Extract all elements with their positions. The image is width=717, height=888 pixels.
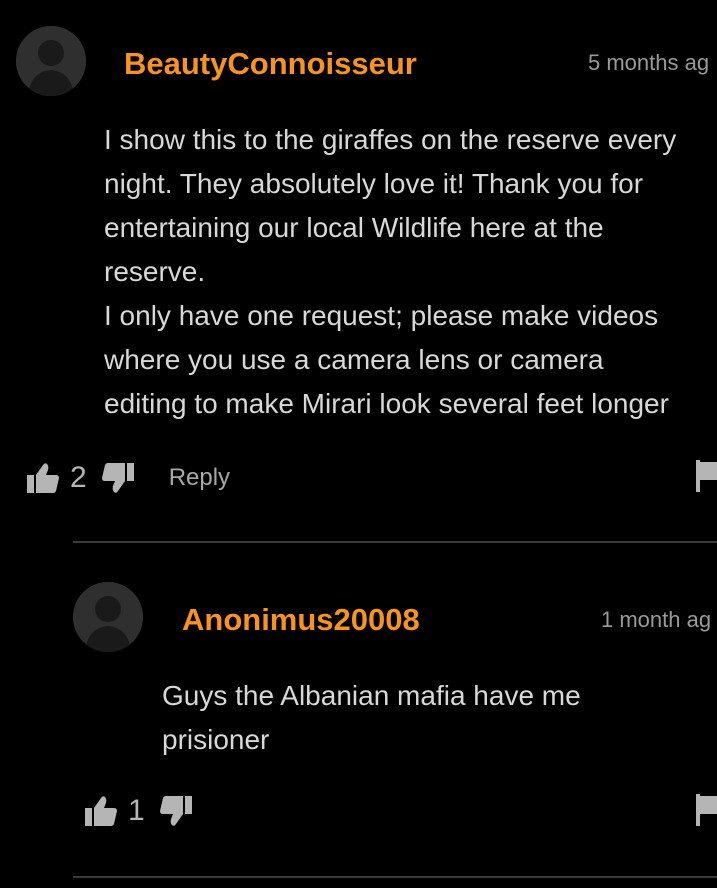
comment-body-line: I show this to the giraffes on the reser… [104,124,677,155]
thumbs-up-icon[interactable] [84,794,118,828]
like-count: 2 [70,461,87,494]
thumbs-down-icon[interactable] [101,461,135,495]
comment-body-line: prisioner [162,724,270,755]
comment-divider [73,541,717,543]
reply-button[interactable]: Reply [169,464,230,492]
comment-actions: 2 Reply [26,458,230,498]
thumbs-down-icon[interactable] [159,794,193,828]
avatar[interactable] [73,582,143,652]
comment-actions: 1 [84,791,193,831]
avatar[interactable] [16,26,86,96]
comment-body-line: I only have one request; please make vid… [104,300,659,331]
comment-body-line: entertaining our local Wildlife here at … [104,212,604,243]
comment-body-line: Guys the Albanian mafia have me [162,680,581,711]
comment-username[interactable]: Anonimus20008 [182,602,420,638]
flag-icon[interactable] [696,460,717,492]
thumbs-up-icon[interactable] [26,461,60,495]
comments-page: BeautyConnoisseur 5 months ag I show thi… [0,0,717,888]
like-count: 1 [128,794,145,827]
comment-body-line: night. They absolutely love it! Thank yo… [104,168,644,199]
comment-body: Guys the Albanian mafia have me prisione… [162,674,581,762]
comment-divider [73,876,717,878]
comment-body-line: reserve. [104,256,206,287]
comment-timestamp: 5 months ag [588,50,710,75]
comment-body-line: editing to make Mirari look several feet… [104,388,669,419]
comment-body-line: where you use a camera lens or camera [104,344,604,375]
comment-body: I show this to the giraffes on the reser… [104,118,676,426]
comment-timestamp: 1 month ag [601,607,712,632]
flag-icon[interactable] [696,794,717,826]
avatar-placeholder-icon [73,582,143,652]
avatar-placeholder-icon [16,26,86,96]
comment-username[interactable]: BeautyConnoisseur [124,46,417,82]
